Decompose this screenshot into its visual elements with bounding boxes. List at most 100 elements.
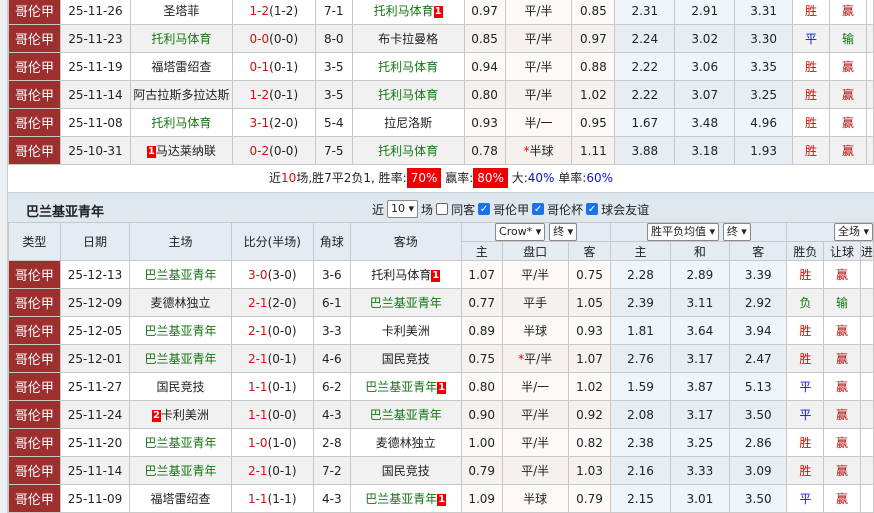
match-type[interactable]: 哥伦甲: [8, 108, 61, 137]
goals-cell: [859, 400, 874, 429]
match-score[interactable]: 0-2(0-0): [231, 136, 316, 165]
home-team[interactable]: 巴兰基亚青年: [129, 456, 232, 485]
home-team[interactable]: 国民竞技: [129, 372, 232, 401]
odds-lose: 3.39: [729, 260, 788, 289]
table-row: 哥伦甲 25-11-20 巴兰基亚青年 1-0(1-0) 2-8 麦德林独立 1.00 平/半…: [8, 428, 874, 457]
full-score: 0-1: [249, 59, 270, 74]
odds-draw: 3.02: [674, 24, 736, 53]
away-team[interactable]: 国民竞技: [349, 456, 462, 485]
match-type[interactable]: 哥伦甲: [8, 428, 61, 457]
full-score: 1-2: [249, 3, 270, 18]
match-type[interactable]: 哥伦甲: [8, 24, 61, 53]
home-team[interactable]: 巴兰基亚青年: [129, 260, 232, 289]
match-score[interactable]: 1-1(0-1): [230, 372, 314, 401]
col-type: 类型: [8, 222, 61, 261]
match-type[interactable]: 哥伦甲: [8, 0, 61, 25]
league-checkbox[interactable]: ✓: [478, 203, 491, 215]
match-count-select[interactable]: 10 ▾: [387, 200, 419, 218]
match-type[interactable]: 哥伦甲: [8, 484, 61, 513]
match-score[interactable]: 1-2(1-2): [231, 0, 316, 25]
scope-select[interactable]: 全场 ▾: [833, 223, 873, 241]
home-team-name: 托利马体育: [151, 116, 212, 130]
home-team[interactable]: 1马达莱纳联: [129, 136, 233, 165]
full-score: 0-2: [249, 143, 270, 158]
final-select-1[interactable]: 终 ▾: [549, 223, 578, 241]
handicap-result: 赢: [823, 316, 861, 345]
filters: 近 10 ▾ 场 同客 ✓ 哥伦甲 ✓ 哥伦杯 ✓ 球会友谊: [372, 200, 649, 218]
match-type[interactable]: 哥伦甲: [8, 372, 61, 401]
match-type[interactable]: 哥伦甲: [8, 288, 61, 317]
home-team[interactable]: 巴兰基亚青年: [129, 316, 232, 345]
match-type[interactable]: 哥伦甲: [8, 456, 61, 485]
match-date: 25-11-20: [59, 428, 131, 457]
handicap: 平/半: [501, 428, 569, 457]
summary-line: 近10场,胜7平2负1, 胜率: 70% 赢率: 80% 大:40% 单率:60%: [8, 165, 874, 192]
match-score[interactable]: 0-1(0-1): [231, 52, 316, 81]
match-score[interactable]: 1-1(1-1): [230, 484, 314, 513]
half-score: (0-0): [269, 143, 299, 158]
match-score[interactable]: 0-0(0-0): [231, 24, 316, 53]
match-type[interactable]: 哥伦甲: [8, 316, 61, 345]
chang-label: 场: [421, 202, 434, 217]
final-select-2[interactable]: 终 ▾: [722, 223, 751, 241]
away-team[interactable]: 拉尼洛斯: [351, 108, 465, 137]
away-team-name: 托利马体育: [378, 88, 439, 102]
away-team[interactable]: 国民竞技: [349, 344, 462, 373]
home-team[interactable]: 福塔雷绍查: [129, 52, 233, 81]
match-type[interactable]: 哥伦甲: [8, 80, 61, 109]
away-team[interactable]: 巴兰基亚青年1: [349, 484, 462, 513]
away-team[interactable]: 巴兰基亚青年1: [349, 372, 462, 401]
handicap-value: 平/半: [521, 464, 550, 478]
match-score[interactable]: 2-1(2-0): [230, 288, 314, 317]
match-score[interactable]: 1-0(1-0): [230, 428, 314, 457]
home-team-name: 马达莱纳联: [155, 144, 216, 158]
handicap-value: 半球: [529, 144, 554, 158]
match-type[interactable]: 哥伦甲: [8, 136, 61, 165]
home-team[interactable]: 阿古拉斯多拉达斯: [129, 80, 233, 109]
match-score[interactable]: 2-1(0-1): [230, 344, 314, 373]
away-team[interactable]: 麦德林独立: [349, 428, 462, 457]
odds-away: 0.79: [567, 484, 612, 513]
match-type[interactable]: 哥伦甲: [8, 52, 61, 81]
match-score[interactable]: 3-0(3-0): [230, 260, 314, 289]
match-result: 平: [792, 24, 830, 53]
same-venue-checkbox[interactable]: [436, 203, 449, 215]
home-team[interactable]: 托利马体育: [129, 108, 233, 137]
odds-home: 0.89: [460, 316, 503, 345]
away-team-name: 托利马体育: [378, 60, 439, 74]
odds-lose: 2.47: [729, 344, 788, 373]
match-type[interactable]: 哥伦甲: [8, 400, 61, 429]
match-score[interactable]: 1-1(0-0): [230, 400, 314, 429]
home-team[interactable]: 圣塔菲: [129, 0, 233, 25]
match-score[interactable]: 1-2(0-1): [231, 80, 316, 109]
match-score[interactable]: 3-1(2-0): [231, 108, 316, 137]
match-score[interactable]: 2-1(0-1): [230, 456, 314, 485]
home-team[interactable]: 巴兰基亚青年: [129, 428, 232, 457]
cup-checkbox[interactable]: ✓: [532, 203, 545, 215]
home-team-name: 巴兰基亚青年: [144, 436, 217, 450]
friendly-checkbox[interactable]: ✓: [586, 203, 599, 215]
home-team[interactable]: 托利马体育: [129, 24, 233, 53]
home-team[interactable]: 2卡利美洲: [129, 400, 232, 429]
away-team[interactable]: 巴兰基亚青年: [349, 288, 462, 317]
away-team[interactable]: 托利马体育1: [349, 260, 462, 289]
company-select[interactable]: Crow* ▾: [495, 223, 546, 241]
corner-score: 3-6: [312, 260, 351, 289]
away-team[interactable]: 巴兰基亚青年: [349, 400, 462, 429]
handicap-result: 赢: [823, 428, 861, 457]
away-team[interactable]: 托利马体育: [351, 80, 465, 109]
away-team[interactable]: 托利马体育1: [351, 0, 465, 25]
match-score[interactable]: 2-1(0-0): [230, 316, 314, 345]
match-type[interactable]: 哥伦甲: [8, 260, 61, 289]
match-date: 25-12-13: [59, 260, 131, 289]
away-team[interactable]: 托利马体育: [351, 52, 465, 81]
odds-draw: 3.33: [669, 456, 731, 485]
match-type[interactable]: 哥伦甲: [8, 344, 61, 373]
home-team[interactable]: 麦德林独立: [129, 288, 232, 317]
away-team[interactable]: 布卡拉曼格: [351, 24, 465, 53]
home-team[interactable]: 巴兰基亚青年: [129, 344, 232, 373]
away-team[interactable]: 托利马体育: [351, 136, 465, 165]
avg-select[interactable]: 胜平负均值 ▾: [646, 223, 719, 241]
home-team[interactable]: 福塔雷绍查: [129, 484, 232, 513]
away-team[interactable]: 卡利美洲: [349, 316, 462, 345]
